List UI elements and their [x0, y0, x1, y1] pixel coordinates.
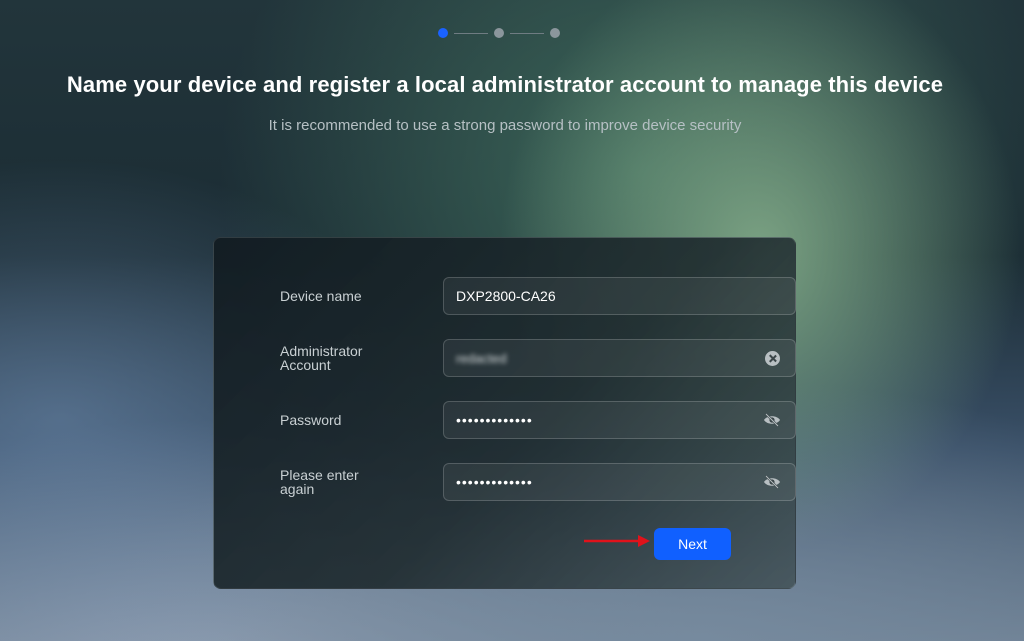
step-2-dot	[494, 28, 504, 38]
device-name-input[interactable]: DXP2800-CA26	[443, 277, 796, 315]
step-connector	[454, 32, 488, 34]
clear-icon[interactable]	[763, 349, 781, 367]
confirm-password-row: Please enter again •••••••••••••	[280, 463, 796, 501]
password-value: •••••••••••••	[456, 412, 533, 428]
admin-account-label: Administrator Account	[280, 343, 363, 373]
confirm-password-label: Please enter again	[280, 467, 359, 497]
device-name-label: Device name	[280, 288, 362, 304]
password-row: Password •••••••••••••	[280, 401, 796, 439]
device-name-row: Device name DXP2800-CA26	[280, 277, 796, 315]
password-label: Password	[280, 412, 342, 428]
confirm-password-input[interactable]: •••••••••••••	[443, 463, 796, 501]
password-input[interactable]: •••••••••••••	[443, 401, 796, 439]
eye-hidden-icon[interactable]	[763, 411, 781, 429]
step-3-dot	[550, 28, 560, 38]
eye-hidden-icon[interactable]	[763, 473, 781, 491]
progress-stepper	[438, 28, 560, 38]
page-title: Name your device and register a local ad…	[66, 72, 944, 97]
admin-account-value: redacted	[456, 350, 507, 366]
confirm-password-value: •••••••••••••	[456, 474, 533, 490]
admin-account-row: Administrator Account redacted	[280, 339, 796, 377]
page-subtitle: It is recommended to use a strong passwo…	[268, 117, 742, 134]
next-button[interactable]: Next	[654, 528, 731, 560]
device-name-value: DXP2800-CA26	[456, 288, 556, 304]
admin-account-input[interactable]: redacted	[443, 339, 796, 377]
registration-card: Device name DXP2800-CA26 Administrator A…	[213, 237, 796, 589]
step-1-dot	[438, 28, 448, 38]
step-connector	[510, 32, 544, 34]
annotation-arrow-icon	[584, 535, 650, 547]
